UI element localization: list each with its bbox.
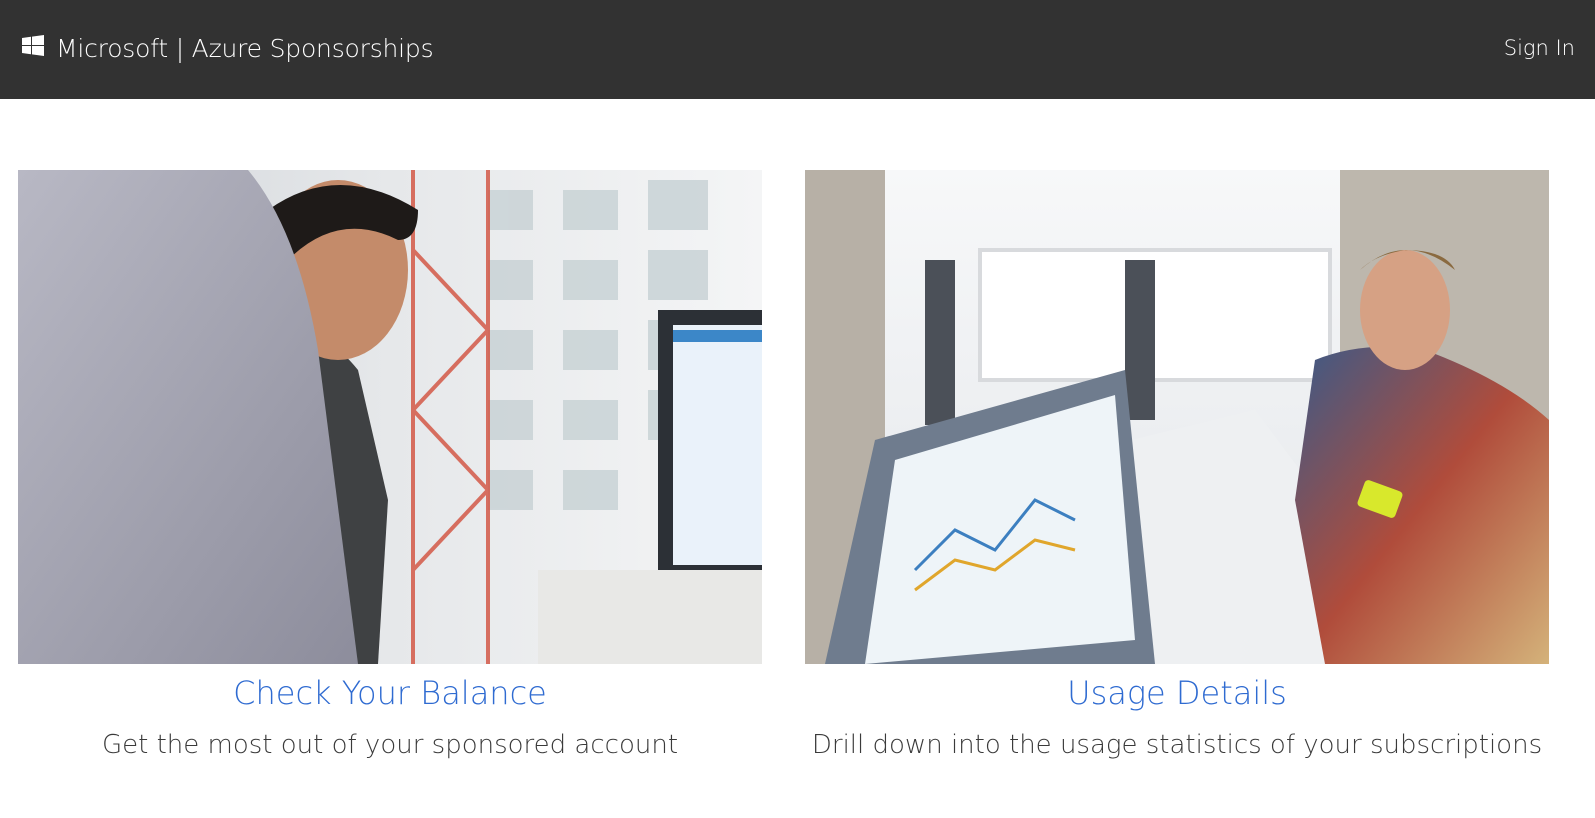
check-balance-image[interactable] — [18, 170, 762, 664]
check-balance-link[interactable]: Check Your Balance — [18, 674, 762, 712]
check-balance-card: Check Your Balance Get the most out of y… — [18, 170, 762, 760]
brand-home-link[interactable]: Microsoft | Azure Sponsorships — [22, 34, 434, 63]
usage-details-description: Drill down into the usage statistics of … — [811, 730, 1543, 760]
top-navigation-bar: Microsoft | Azure Sponsorships Sign In — [0, 0, 1595, 99]
usage-details-link[interactable]: Usage Details — [805, 674, 1549, 712]
usage-details-card: Usage Details Drill down into the usage … — [805, 170, 1549, 760]
check-balance-description: Get the most out of your sponsored accou… — [101, 730, 679, 760]
windows-logo-icon — [22, 34, 44, 56]
brand-title: Microsoft | Azure Sponsorships — [56, 34, 434, 63]
sign-in-link[interactable]: Sign In — [1504, 36, 1575, 60]
usage-details-image[interactable] — [805, 170, 1549, 664]
